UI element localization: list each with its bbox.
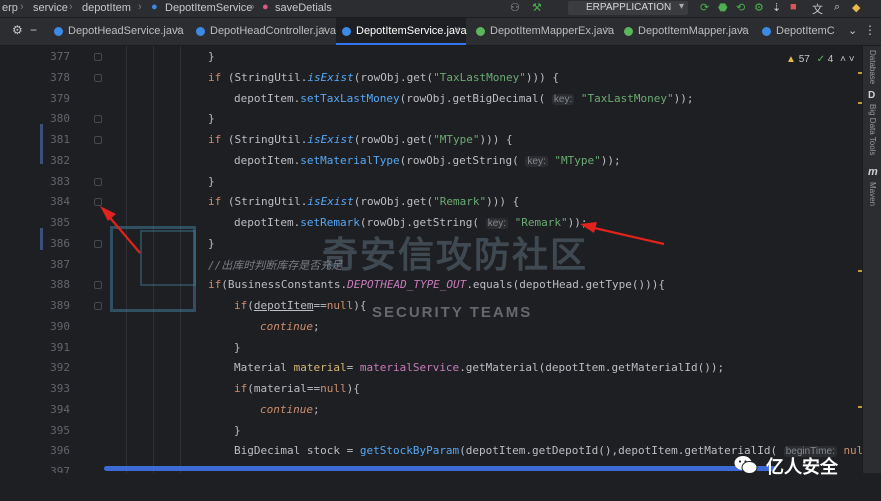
java-class-icon: [54, 27, 63, 36]
parameter-hint: key:: [525, 156, 548, 167]
code-line-383: }: [208, 175, 215, 188]
profile-icon[interactable]: ⚙: [754, 1, 764, 14]
code-line-390: continue;: [260, 320, 320, 333]
more-icon[interactable]: ⋮: [864, 23, 876, 37]
tabs-overflow-icon[interactable]: ⌄: [848, 24, 857, 37]
watermark-cube-icon: [140, 230, 196, 286]
code-line-388: if(BusinessConstants.DEPOTHEAD_TYPE_OUT.…: [208, 278, 665, 291]
tab-depotitemservice[interactable]: DepotItemService.java ×: [336, 18, 467, 45]
user-icon[interactable]: ⚇: [510, 1, 520, 14]
wechat-icon: [734, 456, 758, 474]
warning-count: 57: [798, 54, 810, 65]
code-line-392: Material material= materialService.getMa…: [234, 361, 725, 374]
breadcrumb-item-service[interactable]: service: [33, 2, 68, 14]
tab-label: DepotHeadController.java: [210, 25, 336, 37]
tab-depotitemmapper[interactable]: DepotItemMapper.java ×: [618, 18, 752, 45]
method-icon: ●: [262, 1, 269, 13]
chevron-right-icon: ›: [138, 1, 142, 13]
run-icon[interactable]: ⟳: [700, 1, 709, 14]
build-icon[interactable]: ⚒: [532, 1, 542, 14]
code-line-394: continue;: [260, 403, 320, 416]
class-icon: ●: [151, 1, 158, 13]
attach-icon[interactable]: ⇣: [772, 1, 781, 14]
parameter-hint: key:: [551, 94, 575, 105]
inspection-widget[interactable]: ▲ 57 ✓ 4 ˄ ˅: [786, 54, 855, 65]
database-tool-button[interactable]: Database: [868, 50, 877, 84]
code-line-384: if (StringUtil.isExist(rowObj.get("Remar…: [208, 195, 520, 208]
coverage-icon[interactable]: ⟲: [736, 1, 745, 14]
java-class-icon: [342, 27, 351, 36]
maven-icon: m: [868, 166, 878, 178]
code-line-381: if (StringUtil.isExist(rowObj.get("MType…: [208, 133, 513, 146]
navigation-bar: erp › service › depotItem › ● DepotItemS…: [0, 0, 881, 18]
right-tool-stripe: Database D Big Data Tools m Maven: [862, 46, 881, 501]
java-interface-icon: [624, 27, 633, 36]
debug-icon[interactable]: ⬣: [718, 1, 728, 14]
close-icon[interactable]: ×: [175, 24, 181, 36]
breadcrumb-item-erp[interactable]: erp: [2, 2, 18, 14]
ok-count: 4: [827, 54, 834, 65]
run-configuration-label: ERPAPPLICATION: [586, 2, 672, 13]
code-line-377: }: [208, 50, 215, 63]
code-line-379: depotItem.setTaxLastMoney(rowObj.getBigD…: [234, 92, 694, 105]
java-class-icon: [762, 27, 771, 36]
chevron-down-icon[interactable]: ˅: [849, 54, 855, 65]
chevron-right-icon: ›: [20, 1, 24, 13]
code-line-382: depotItem.setMaterialType(rowObj.getStri…: [234, 154, 621, 167]
maven-tool-button[interactable]: Maven: [868, 182, 877, 206]
parameter-hint: key:: [485, 218, 509, 229]
search-icon[interactable]: ⌕: [834, 1, 840, 14]
chevron-right-icon: ›: [251, 1, 255, 13]
close-icon[interactable]: ×: [604, 24, 610, 36]
stop-icon[interactable]: ■: [790, 1, 797, 13]
code-line-385: depotItem.setRemark(rowObj.getString( ke…: [234, 216, 588, 229]
warning-icon: ▲: [786, 54, 796, 65]
code-line-395: }: [234, 424, 241, 437]
code-line-393: if(material==null){: [234, 382, 360, 395]
run-configuration-selector[interactable]: ERPAPPLICATION ▾: [568, 1, 688, 15]
breadcrumb-item-savedetials[interactable]: saveDetials: [275, 2, 332, 14]
code-line-391: }: [234, 341, 241, 354]
tab-label: DepotHeadService.java: [68, 25, 184, 37]
translate-icon[interactable]: 文: [812, 1, 823, 17]
tab-label: DepotItemService.java: [356, 25, 467, 37]
code-line-378: if (StringUtil.isExist(rowObj.get("TaxLa…: [208, 71, 560, 84]
close-icon[interactable]: ×: [320, 24, 326, 36]
badge-label: 亿人安全: [766, 457, 838, 477]
tab-label: DepotItemMapperEx.java: [490, 25, 615, 37]
code-line-387: //出库时判断库存是否充足: [208, 259, 343, 272]
gear-icon[interactable]: ⚙: [12, 23, 23, 37]
breadcrumb-item-depotitemservice[interactable]: DepotItemService: [165, 2, 252, 14]
close-icon[interactable]: ×: [454, 24, 460, 36]
code-line-386: }: [208, 237, 215, 250]
ide-logo-icon: ◆: [852, 2, 861, 14]
java-interface-icon: [476, 27, 485, 36]
chevron-down-icon: ▾: [678, 1, 684, 12]
code-line-380: }: [208, 112, 215, 125]
breadcrumb-item-depotitem[interactable]: depotItem: [82, 2, 131, 14]
big-data-tools-button[interactable]: Big Data Tools: [868, 104, 877, 155]
tab-depotitemc[interactable]: DepotItemC: [756, 18, 842, 45]
editor-tab-bar: ⚙ − DepotHeadService.java × DepotHeadCon…: [0, 18, 881, 46]
check-icon: ✓: [816, 54, 825, 65]
close-icon[interactable]: ×: [740, 24, 746, 36]
java-class-icon: [196, 27, 205, 36]
chevron-right-icon: ›: [69, 1, 73, 13]
minus-icon[interactable]: −: [30, 23, 37, 37]
tab-depotheadservice[interactable]: DepotHeadService.java ×: [48, 18, 188, 45]
horizontal-scrollbar[interactable]: [104, 466, 776, 471]
tab-label: DepotItemC: [776, 25, 835, 37]
code-line-389: if(depotItem==null){: [234, 299, 367, 312]
tab-depotheadcontroller[interactable]: DepotHeadController.java ×: [190, 18, 336, 45]
chevron-up-icon[interactable]: ˄: [840, 54, 846, 65]
big-data-icon: D: [868, 90, 876, 101]
tab-label: DepotItemMapper.java: [638, 25, 749, 37]
tab-depotitemmapperex[interactable]: DepotItemMapperEx.java ×: [470, 18, 616, 45]
watermark-badge: 亿人安全: [734, 450, 868, 480]
